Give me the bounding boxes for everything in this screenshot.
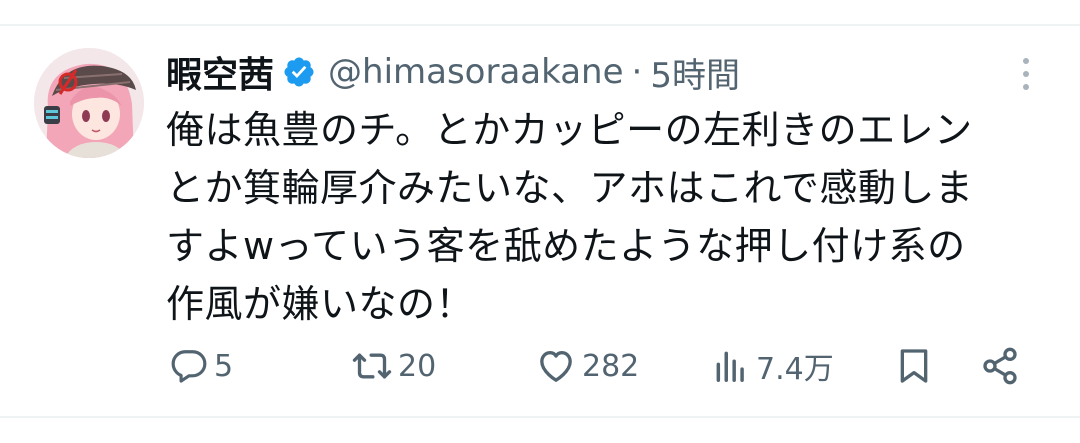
- tweet-text-line: とか箕輪厚介みたいな、アホはこれで感動しま: [166, 166, 974, 210]
- user-handle[interactable]: @himasoraakane: [328, 52, 624, 92]
- tweet-header: 暇空茜 @himasoraakane · 5時間: [166, 46, 740, 98]
- retweet-icon: [352, 353, 392, 379]
- post-time[interactable]: 5時間: [650, 48, 740, 97]
- share-button[interactable]: [980, 342, 1020, 390]
- views-icon: [716, 351, 744, 382]
- avatar-image: [34, 48, 144, 158]
- verified-badge-icon[interactable]: [282, 55, 316, 89]
- action-bar: 5 20 282 7.4万: [166, 342, 1036, 390]
- bookmark-button[interactable]: [894, 342, 934, 390]
- heart-icon: [540, 351, 572, 382]
- like-count: 282: [582, 348, 640, 384]
- share-icon: [983, 347, 1017, 385]
- tweet-text-line: 俺は魚豊のチ。とかカッピーの左利きのエレン: [166, 108, 973, 152]
- separator-dot: ·: [631, 52, 643, 92]
- retweet-button[interactable]: 20: [352, 342, 436, 390]
- like-button[interactable]: 282: [536, 342, 639, 390]
- reply-count: 5: [214, 348, 234, 384]
- reply-icon: [171, 350, 207, 383]
- tweet-text: 俺は魚豊のチ。とかカッピーの左利きのエレン とか箕輪厚介みたいな、アホはこれで感…: [166, 101, 1056, 333]
- tweet-text-line: 作風が嫌いなの！: [166, 282, 475, 326]
- avatar[interactable]: [34, 48, 144, 158]
- bookmark-icon: [900, 349, 928, 383]
- bottom-divider: [0, 416, 1080, 418]
- more-vertical-icon[interactable]: [1014, 54, 1038, 94]
- top-divider: [0, 24, 1080, 26]
- views-count: 7.4万: [756, 352, 834, 387]
- reply-button[interactable]: 5: [170, 342, 233, 390]
- retweet-count: 20: [398, 348, 437, 384]
- display-name[interactable]: 暇空茜: [166, 46, 274, 98]
- views-button[interactable]: 7.4万: [712, 342, 834, 390]
- tweet-text-line: すよwっていう客を舐めたような押し付け系の: [166, 224, 966, 268]
